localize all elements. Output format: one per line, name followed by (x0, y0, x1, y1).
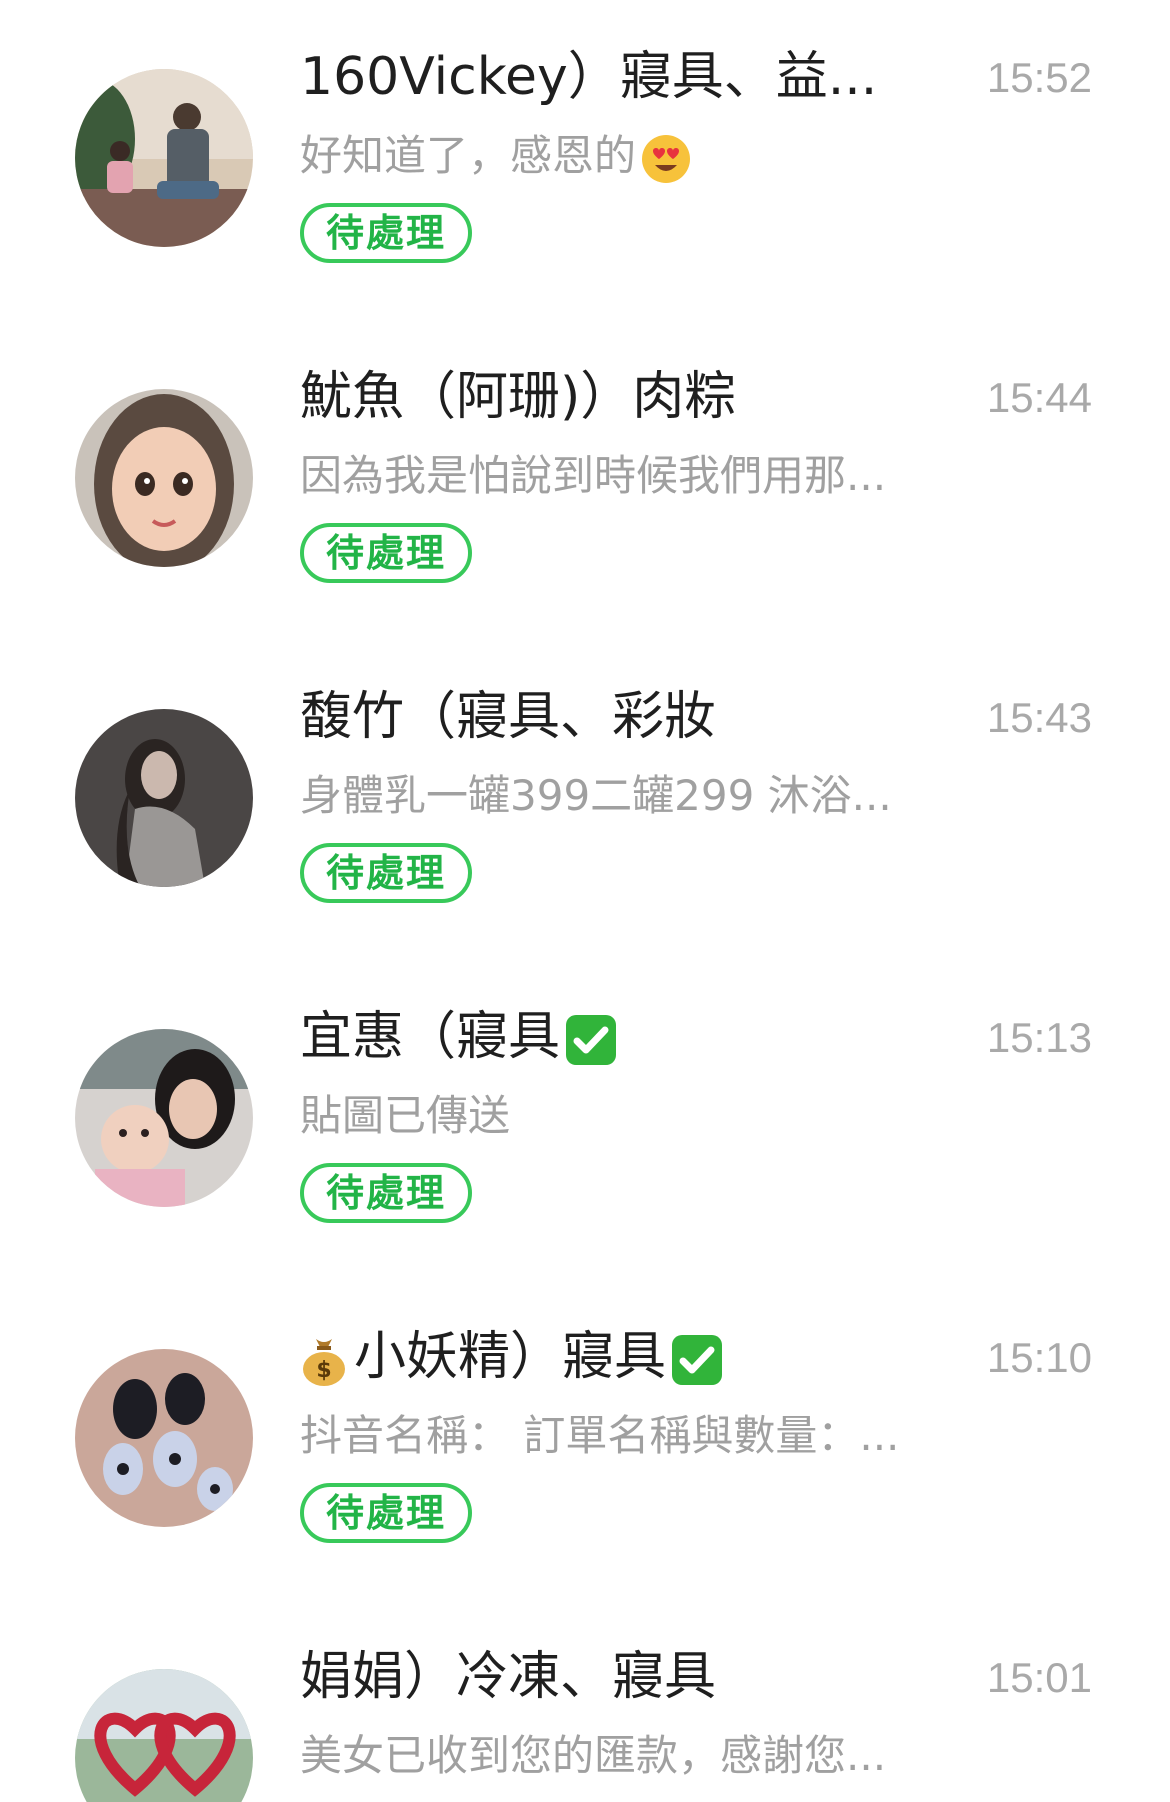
chat-name-text: 宜惠（寢具 (300, 1007, 561, 1067)
chat-name-text: 馥竹（寢具、彩妝 (300, 687, 717, 747)
chat-preview: 抖音名稱： 訂單名稱與數量：... (300, 1411, 900, 1460)
status-badge[interactable]: 待處理 (300, 1483, 472, 1543)
chat-time: 15:44 (986, 374, 1092, 421)
status-badge[interactable]: 待處理 (300, 1163, 472, 1223)
chat-row-fuzhu[interactable]: 馥竹（寢具、彩妝 15:43 身體乳一罐399二罐299 沐浴... 待處理 (0, 640, 1170, 960)
chat-preview: 因為我是怕說到時候我們用那... (300, 451, 887, 500)
status-badge[interactable]: 待處理 (300, 523, 472, 583)
chat-list: 160Vickey）寢具、益... 15:52 好知道了，感恩的 待處理 魷魚（… (0, 0, 1170, 1802)
status-badge[interactable]: 待處理 (300, 843, 472, 903)
chat-name: 160Vickey）寢具、益... (300, 42, 920, 112)
avatar-photo (75, 69, 253, 247)
chat-preview: 身體乳一罐399二罐299 沐浴... (300, 771, 892, 820)
chat-name-text: 160Vickey）寢具、益... (300, 47, 878, 107)
avatar[interactable] (75, 1349, 253, 1527)
chat-preview: 美女已收到您的匯款，感謝您... (300, 1731, 887, 1780)
svg-text:$: $ (316, 1358, 331, 1383)
avatar[interactable] (75, 69, 253, 247)
avatar[interactable] (75, 1029, 253, 1207)
check-mark-button-icon (564, 1013, 618, 1067)
avatar-photo (75, 1349, 253, 1527)
chat-time: 15:43 (986, 694, 1092, 741)
chat-name: 魷魚（阿珊)）肉粽 (300, 362, 920, 432)
avatar-photo (75, 389, 253, 567)
chat-name-text: 娟娟）冷凍、寢具 (300, 1647, 717, 1707)
avatar[interactable] (75, 389, 253, 567)
money-bag-icon: $ (300, 1333, 348, 1387)
status-badge[interactable]: 待處理 (300, 203, 472, 263)
chat-time: 15:13 (986, 1014, 1092, 1061)
chat-name: 娟娟）冷凍、寢具 (300, 1642, 920, 1712)
heart-eyes-emoji-icon (640, 133, 692, 185)
chat-name: $ 小妖精）寢具 (300, 1322, 920, 1392)
chat-name-text: 小妖精）寢具 (354, 1327, 667, 1387)
avatar[interactable] (75, 1669, 253, 1802)
chat-row-vickey[interactable]: 160Vickey）寢具、益... 15:52 好知道了，感恩的 待處理 (0, 0, 1170, 320)
chat-time: 15:52 (986, 54, 1092, 101)
chat-name-text: 魷魚（阿珊)）肉粽 (300, 367, 737, 427)
chat-preview-text: 好知道了，感恩的 (300, 131, 637, 180)
chat-row-squid[interactable]: 魷魚（阿珊)）肉粽 15:44 因為我是怕說到時候我們用那... 待處理 (0, 320, 1170, 640)
avatar-photo (75, 1669, 253, 1802)
avatar[interactable] (75, 709, 253, 887)
avatar-photo (75, 1029, 253, 1207)
chat-row-juanjuan[interactable]: 娟娟）冷凍、寢具 15:01 美女已收到您的匯款，感謝您... (0, 1600, 1170, 1802)
check-mark-button-icon (670, 1333, 724, 1387)
chat-time: 15:10 (986, 1334, 1092, 1381)
chat-name: 宜惠（寢具 (300, 1002, 920, 1072)
avatar-photo (75, 709, 253, 887)
chat-name: 馥竹（寢具、彩妝 (300, 682, 920, 752)
chat-preview: 好知道了，感恩的 (300, 126, 940, 186)
chat-time: 15:01 (986, 1654, 1092, 1701)
chat-row-xiaoyaojing[interactable]: $ 小妖精）寢具 15:10 抖音名稱： 訂單名稱與數量：... 待處理 (0, 1280, 1170, 1600)
chat-row-yihui[interactable]: 宜惠（寢具 15:13 貼圖已傳送 待處理 (0, 960, 1170, 1280)
chat-preview: 貼圖已傳送 (300, 1091, 511, 1140)
